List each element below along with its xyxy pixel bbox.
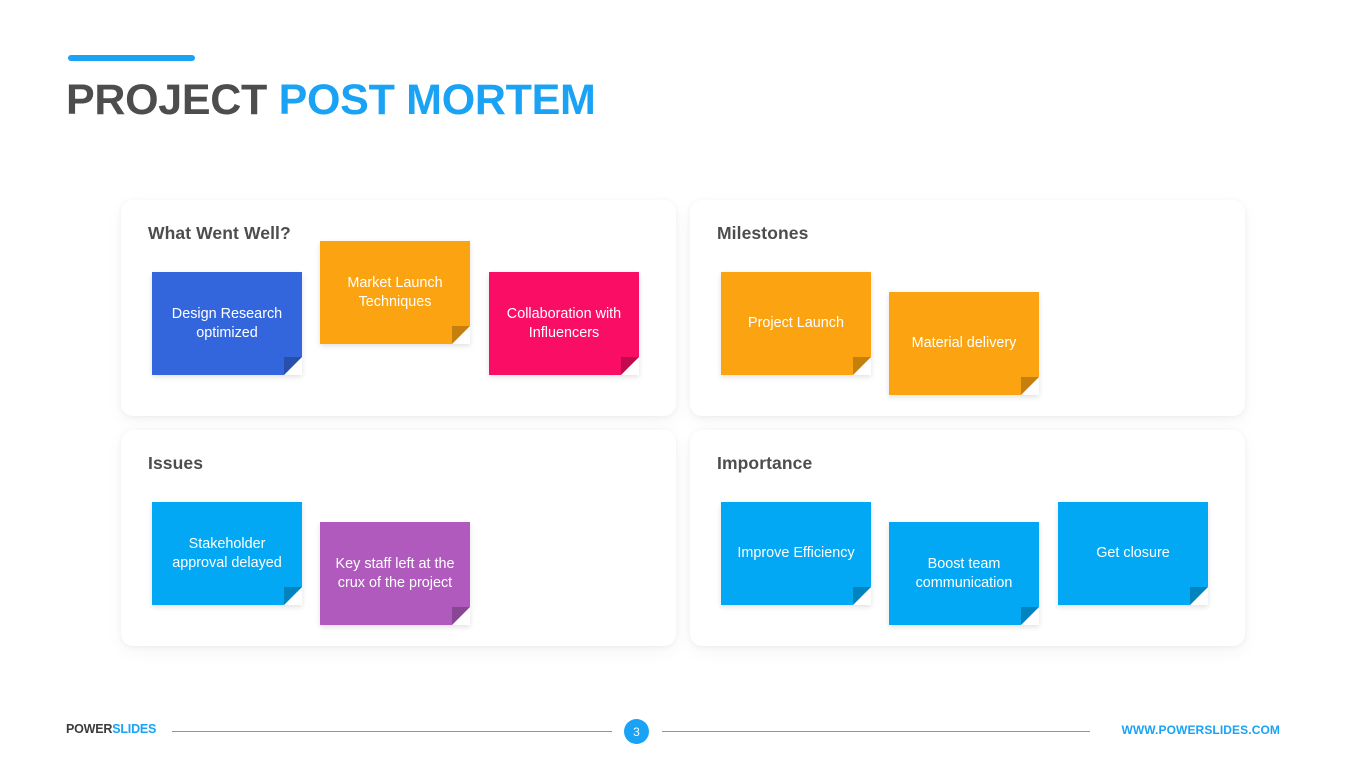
- sticky-note[interactable]: Collaboration with Influencers: [489, 272, 639, 375]
- folded-corner-icon: [284, 357, 302, 375]
- panel-milestones: Milestones Project Launch Material deliver…: [690, 200, 1245, 416]
- sticky-note-label: Material delivery: [911, 335, 1017, 351]
- sticky-note[interactable]: Market Launch Techniques: [320, 241, 470, 344]
- panel-what-went-well: What Went Well? Design Research optimized…: [121, 200, 676, 416]
- panel-grid: What Went Well? Design Research optimized…: [121, 200, 1245, 646]
- folded-corner-icon: [853, 357, 871, 375]
- sticky-note-label: Collaboration with Influencers: [506, 305, 622, 341]
- page-title-primary: PROJECT: [66, 76, 267, 124]
- sticky-note[interactable]: Boost team communication: [889, 522, 1039, 625]
- folded-corner-icon: [284, 587, 302, 605]
- sticky-note-label: Boost team communication: [915, 555, 1013, 591]
- panel-issues: Issues Stakeholder approval delayed Key st…: [121, 430, 676, 646]
- sticky-note-label: Project Launch: [748, 315, 844, 331]
- panel-importance: Importance Improve Efficiency Boost team c…: [690, 430, 1245, 646]
- sticky-note-label: Stakeholder approval delayed: [172, 535, 282, 571]
- sticky-note[interactable]: Get closure: [1058, 502, 1208, 605]
- sticky-note-label: Design Research optimized: [171, 305, 283, 341]
- sticky-note-group: Stakeholder approval delayed Key staff le…: [152, 486, 666, 646]
- brand-logo: POWERSLIDES: [66, 722, 156, 736]
- page-number-badge: 3: [624, 719, 649, 744]
- sticky-note[interactable]: Stakeholder approval delayed: [152, 502, 302, 605]
- page-title: PROJECT POST MORTEM: [66, 70, 596, 130]
- sticky-note-label: Market Launch Techniques: [347, 274, 443, 310]
- page-title-accent: POST MORTEM: [278, 76, 596, 124]
- slide-canvas: PROJECT POST MORTEM What Went Well? Desig…: [0, 0, 1365, 767]
- folded-corner-icon: [621, 357, 639, 375]
- sticky-note[interactable]: Key staff left at the crux of the projec…: [320, 522, 470, 625]
- slide-footer: POWERSLIDES 3 WWW.POWERSLIDES.COM: [0, 719, 1365, 744]
- folded-corner-icon: [452, 326, 470, 344]
- sticky-note[interactable]: Design Research optimized: [152, 272, 302, 375]
- sticky-note[interactable]: Project Launch: [721, 272, 871, 375]
- folded-corner-icon: [853, 587, 871, 605]
- folded-corner-icon: [1021, 607, 1039, 625]
- folded-corner-icon: [452, 607, 470, 625]
- sticky-note-group: Project Launch Material delivery: [721, 256, 1235, 416]
- folded-corner-icon: [1190, 587, 1208, 605]
- panel-title: Milestones: [717, 223, 809, 243]
- sticky-note-group: Design Research optimized Market Launch T…: [152, 241, 666, 416]
- sticky-note[interactable]: Improve Efficiency: [721, 502, 871, 605]
- brand-accent: SLIDES: [112, 722, 157, 736]
- panel-title: Importance: [717, 453, 813, 473]
- title-accent-bar: [68, 55, 195, 61]
- sticky-note-label: Improve Efficiency: [737, 545, 855, 561]
- folded-corner-icon: [1021, 377, 1039, 395]
- panel-title: What Went Well?: [148, 223, 291, 243]
- footer-rule-left: [172, 731, 612, 732]
- sticky-note-label: Get closure: [1096, 545, 1170, 561]
- brand-primary: POWER: [66, 722, 113, 736]
- footer-rule-right: [662, 731, 1090, 732]
- sticky-note[interactable]: Material delivery: [889, 292, 1039, 395]
- sticky-note-group: Improve Efficiency Boost team communicati…: [721, 486, 1235, 646]
- panel-title: Issues: [148, 453, 204, 473]
- sticky-note-label: Key staff left at the crux of the projec…: [335, 555, 455, 591]
- site-url-link[interactable]: WWW.POWERSLIDES.COM: [1121, 723, 1280, 737]
